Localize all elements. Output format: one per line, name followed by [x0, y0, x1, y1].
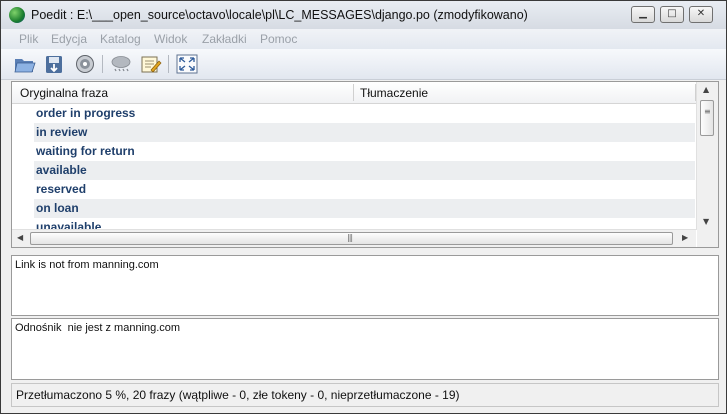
list-item[interactable]: order in progress	[34, 104, 695, 123]
source-string: order in progress	[36, 106, 136, 120]
toolbar-separator	[102, 55, 103, 73]
menu-pomoc[interactable]: Pomoc	[260, 32, 297, 46]
grip-icon: ≡	[704, 107, 711, 116]
list-item[interactable]: reserved	[34, 180, 695, 199]
source-string: available	[36, 163, 87, 177]
horizontal-scrollbar[interactable]: ◀ ||| ▶	[12, 229, 696, 247]
vertical-scroll-thumb[interactable]: ≡	[700, 100, 714, 136]
comment-button[interactable]	[139, 53, 163, 75]
window-title: Poedit : E:\___open_source\octavo\locale…	[31, 8, 528, 22]
update-catalog-button[interactable]	[73, 53, 97, 75]
toolbar	[1, 49, 726, 80]
status-bar: Przetłumaczono 5 %, 20 frazy (wątpliwe -…	[11, 383, 719, 407]
menu-plik[interactable]: Plik	[19, 32, 38, 46]
save-button[interactable]	[43, 53, 67, 75]
list-item[interactable]: on loan	[34, 199, 695, 218]
close-button[interactable]: ✕	[689, 6, 713, 23]
maximize-button[interactable]: □	[660, 6, 684, 23]
list-header: Oryginalna fraza Tłumaczenie	[12, 82, 696, 104]
scroll-up-icon[interactable]: ▲	[703, 85, 709, 94]
column-header-translation[interactable]: Tłumaczenie	[360, 86, 428, 100]
horizontal-scroll-thumb[interactable]: |||	[30, 232, 673, 245]
fullscreen-button[interactable]	[175, 53, 199, 75]
validate-button[interactable]	[109, 53, 133, 75]
poedit-globe-icon	[9, 7, 25, 23]
update-catalog-icon	[76, 55, 94, 73]
list-item[interactable]: available	[34, 161, 695, 180]
source-string: in review	[36, 125, 88, 139]
list-rows: order in progress in review waiting for …	[12, 104, 696, 230]
menu-zakladki[interactable]: Zakładki	[202, 32, 247, 46]
validate-icon	[111, 56, 131, 72]
app-window: Poedit : E:\___open_source\octavo\locale…	[0, 0, 727, 414]
menu-katalog[interactable]: Katalog	[100, 32, 141, 46]
source-text-pane: Link is not from manning.com	[11, 255, 719, 316]
open-folder-icon	[14, 59, 36, 73]
source-string: on loan	[36, 201, 79, 215]
minimize-button[interactable]: ▁	[631, 6, 655, 23]
open-button[interactable]	[13, 53, 37, 75]
menu-edycja[interactable]: Edycja	[51, 32, 87, 46]
save-icon	[46, 56, 62, 73]
vertical-scrollbar[interactable]: ▲ ≡ ▼	[696, 82, 718, 230]
scroll-down-icon[interactable]: ▼	[703, 217, 709, 226]
strings-list: Oryginalna fraza Tłumaczenie order in pr…	[11, 81, 719, 248]
grip-icon: |||	[347, 233, 353, 242]
menu-bar: Plik Edycja Katalog Widok Zakładki Pomoc	[1, 29, 726, 49]
list-item[interactable]: in review	[34, 123, 695, 142]
fullscreen-icon	[176, 54, 198, 74]
maximize-icon: □	[667, 8, 677, 19]
scroll-right-icon[interactable]: ▶	[682, 233, 688, 242]
comment-icon	[141, 56, 162, 73]
list-item[interactable]: waiting for return	[34, 142, 695, 161]
source-string: waiting for return	[36, 144, 135, 158]
close-icon: ✕	[696, 8, 706, 19]
scroll-corner	[697, 230, 718, 247]
scroll-left-icon[interactable]: ◀	[17, 233, 23, 242]
translation-edit-pane[interactable]: Odnośnik nie jest z manning.com	[11, 318, 719, 380]
status-text: Przetłumaczono 5 %, 20 frazy (wątpliwe -…	[16, 388, 460, 402]
source-string: reserved	[36, 182, 87, 196]
translation-text[interactable]: Odnośnik nie jest z manning.com	[15, 322, 180, 334]
column-header-source[interactable]: Oryginalna fraza	[20, 86, 108, 100]
source-text: Link is not from manning.com	[15, 259, 159, 271]
menu-widok[interactable]: Widok	[154, 32, 187, 46]
title-bar[interactable]: Poedit : E:\___open_source\octavo\locale…	[1, 1, 726, 29]
minimize-icon: ▁	[639, 8, 647, 19]
column-divider[interactable]	[353, 84, 354, 101]
toolbar-separator	[168, 55, 169, 73]
